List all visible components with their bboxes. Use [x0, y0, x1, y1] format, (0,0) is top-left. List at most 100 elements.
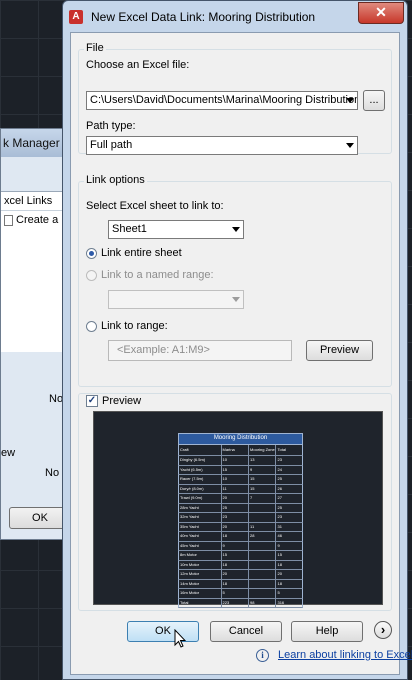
range-input[interactable]: <Example: A1:M9>: [108, 340, 292, 361]
preview-cell: 15: [222, 551, 250, 560]
preview-cell: [249, 541, 277, 550]
link-to-range-radio[interactable]: [86, 321, 97, 332]
manager-preview-text: No: [45, 467, 60, 479]
chevron-down-icon: [232, 297, 240, 302]
preview-cell: 12m Motor: [179, 570, 222, 579]
close-button[interactable]: ✕: [358, 2, 404, 24]
preview-cell: 20: [222, 570, 250, 579]
preview-table-row: 40m Yacht 18 28 46: [178, 532, 303, 542]
preview-checkbox-label[interactable]: Preview: [102, 395, 141, 407]
preview-cell: 18: [277, 561, 282, 567]
preview-cell: 18: [277, 580, 282, 586]
sheet-value: Sheet1: [112, 223, 147, 235]
path-type-select[interactable]: Full path: [86, 136, 358, 155]
preview-table-row: 32m Yacht 23 23: [178, 513, 303, 523]
preview-cell: 10: [222, 475, 250, 484]
preview-cell: 11: [249, 522, 277, 531]
preview-cell: 15: [249, 475, 277, 484]
preview-cell: 14m Motor: [179, 579, 222, 588]
preview-cell: Mooring Zone: [249, 445, 277, 455]
preview-cell: [249, 560, 277, 569]
preview-cell: [249, 579, 277, 588]
preview-table-row: 12m Motor 20 20: [178, 570, 303, 580]
preview-table-row: 16m Motor 5 5: [178, 589, 303, 599]
preview-cell: 10m Motor: [179, 560, 222, 569]
chevron-down-icon: [346, 98, 354, 103]
path-type-label: Path type:: [86, 120, 136, 132]
preview-cell: [249, 589, 277, 598]
excel-file-select[interactable]: C:\Users\David\Documents\Marina\Mooring …: [86, 91, 358, 110]
dialog-titlebar[interactable]: A New Excel Data Link: Mooring Distribut…: [63, 1, 407, 33]
preview-cell: 9: [277, 542, 280, 548]
link-entire-sheet-label[interactable]: Link entire sheet: [101, 247, 182, 259]
preview-cell: 18: [222, 579, 250, 588]
preview-cell: 15: [249, 484, 277, 493]
preview-cell: 98: [249, 598, 277, 607]
preview-table: Mooring Distribution Craft Marina Mooring …: [178, 433, 303, 608]
preview-table-row: Dory/r (8.0m) 11 15 26: [178, 484, 303, 494]
chevron-down-icon: [232, 227, 240, 232]
new-excel-data-link-dialog: A New Excel Data Link: Mooring Distribut…: [62, 0, 412, 680]
preview-table-row: 8m Motor 15 15: [178, 551, 303, 561]
preview-cell: 25: [222, 503, 250, 512]
preview-cell: 25: [277, 504, 282, 510]
preview-cell: 32m Yacht: [179, 513, 222, 522]
preview-table-row: Yacht (6.5m) 15 9 24: [178, 465, 303, 475]
link-named-range-radio[interactable]: [86, 270, 97, 281]
sheet-select[interactable]: Sheet1: [108, 220, 244, 239]
help-button[interactable]: Help: [291, 621, 363, 642]
preview-cell: 23: [222, 513, 250, 522]
new-link-icon: [4, 214, 13, 226]
preview-image: Mooring Distribution Craft Marina Mooring …: [93, 411, 383, 608]
preview-checkbox[interactable]: ✓: [86, 395, 98, 407]
preview-cell: 25: [277, 476, 282, 481]
excel-file-value: C:\Users\David\Documents\Marina\Mooring …: [90, 94, 357, 106]
preview-table-row: 45m Yacht 9 9: [178, 541, 303, 551]
named-range-select[interactable]: [108, 290, 244, 309]
preview-table-row: Dinghy (6.5m) 10 13 23: [178, 456, 303, 466]
preview-cell: 15: [277, 552, 282, 557]
preview-table-row: 35m Yacht 20 11 31: [178, 522, 303, 532]
preview-cell: [249, 513, 277, 522]
preview-cell: 45m Yacht: [179, 541, 222, 550]
preview-cell: Yacht (6.5m): [179, 465, 222, 474]
preview-table-row: 14m Motor 18 18: [178, 579, 303, 589]
more-options-button[interactable]: ›: [374, 621, 392, 639]
preview-cell: Dory/r (8.0m): [179, 484, 222, 493]
preview-cell: 18: [222, 560, 250, 569]
preview-cell: 20: [222, 494, 250, 503]
learn-linking-link[interactable]: Learn about linking to Excel: [278, 649, 412, 661]
file-group-label: File: [84, 42, 106, 54]
link-to-range-label[interactable]: Link to range:: [101, 320, 168, 332]
path-type-value: Full path: [90, 139, 133, 151]
preview-cell: Trawl (9.0m): [179, 494, 222, 503]
ok-button[interactable]: OK: [127, 621, 199, 642]
link-options-label: Link options: [84, 174, 147, 186]
preview-cell: 9: [222, 541, 250, 550]
cancel-button[interactable]: Cancel: [210, 621, 282, 642]
mouse-cursor-icon: [174, 629, 186, 648]
preview-cell: Total: [179, 598, 222, 607]
dialog-title: New Excel Data Link: Mooring Distributio…: [91, 10, 316, 24]
range-preview-button[interactable]: Preview: [306, 340, 373, 361]
preview-cell: [249, 570, 277, 579]
manager-preview-label: ew: [1, 447, 16, 459]
autocad-app-icon: A: [69, 10, 83, 24]
link-entire-sheet-radio[interactable]: [86, 248, 97, 259]
preview-cell: 27: [277, 495, 282, 500]
preview-cell: 40m Yacht: [179, 532, 222, 541]
preview-table-row: Total 223 98 316: [178, 598, 303, 608]
preview-cell: 18: [222, 532, 250, 541]
choose-file-label: Choose an Excel file:: [86, 59, 190, 71]
preview-cell: 26: [277, 485, 282, 491]
preview-cell: 28m Yacht: [179, 503, 222, 512]
preview-table-header: Craft Marina Mooring Zone Total: [178, 445, 303, 456]
select-sheet-label: Select Excel sheet to link to:: [86, 200, 224, 212]
browse-button[interactable]: ...: [363, 90, 385, 111]
preview-cell: 5: [222, 589, 250, 598]
link-named-range-label[interactable]: Link to a named range:: [101, 269, 214, 281]
preview-cell: 35m Yacht: [179, 522, 222, 531]
preview-cell: Craft: [179, 445, 222, 455]
preview-cell: 23: [277, 514, 282, 519]
preview-cell: 7: [249, 494, 277, 503]
